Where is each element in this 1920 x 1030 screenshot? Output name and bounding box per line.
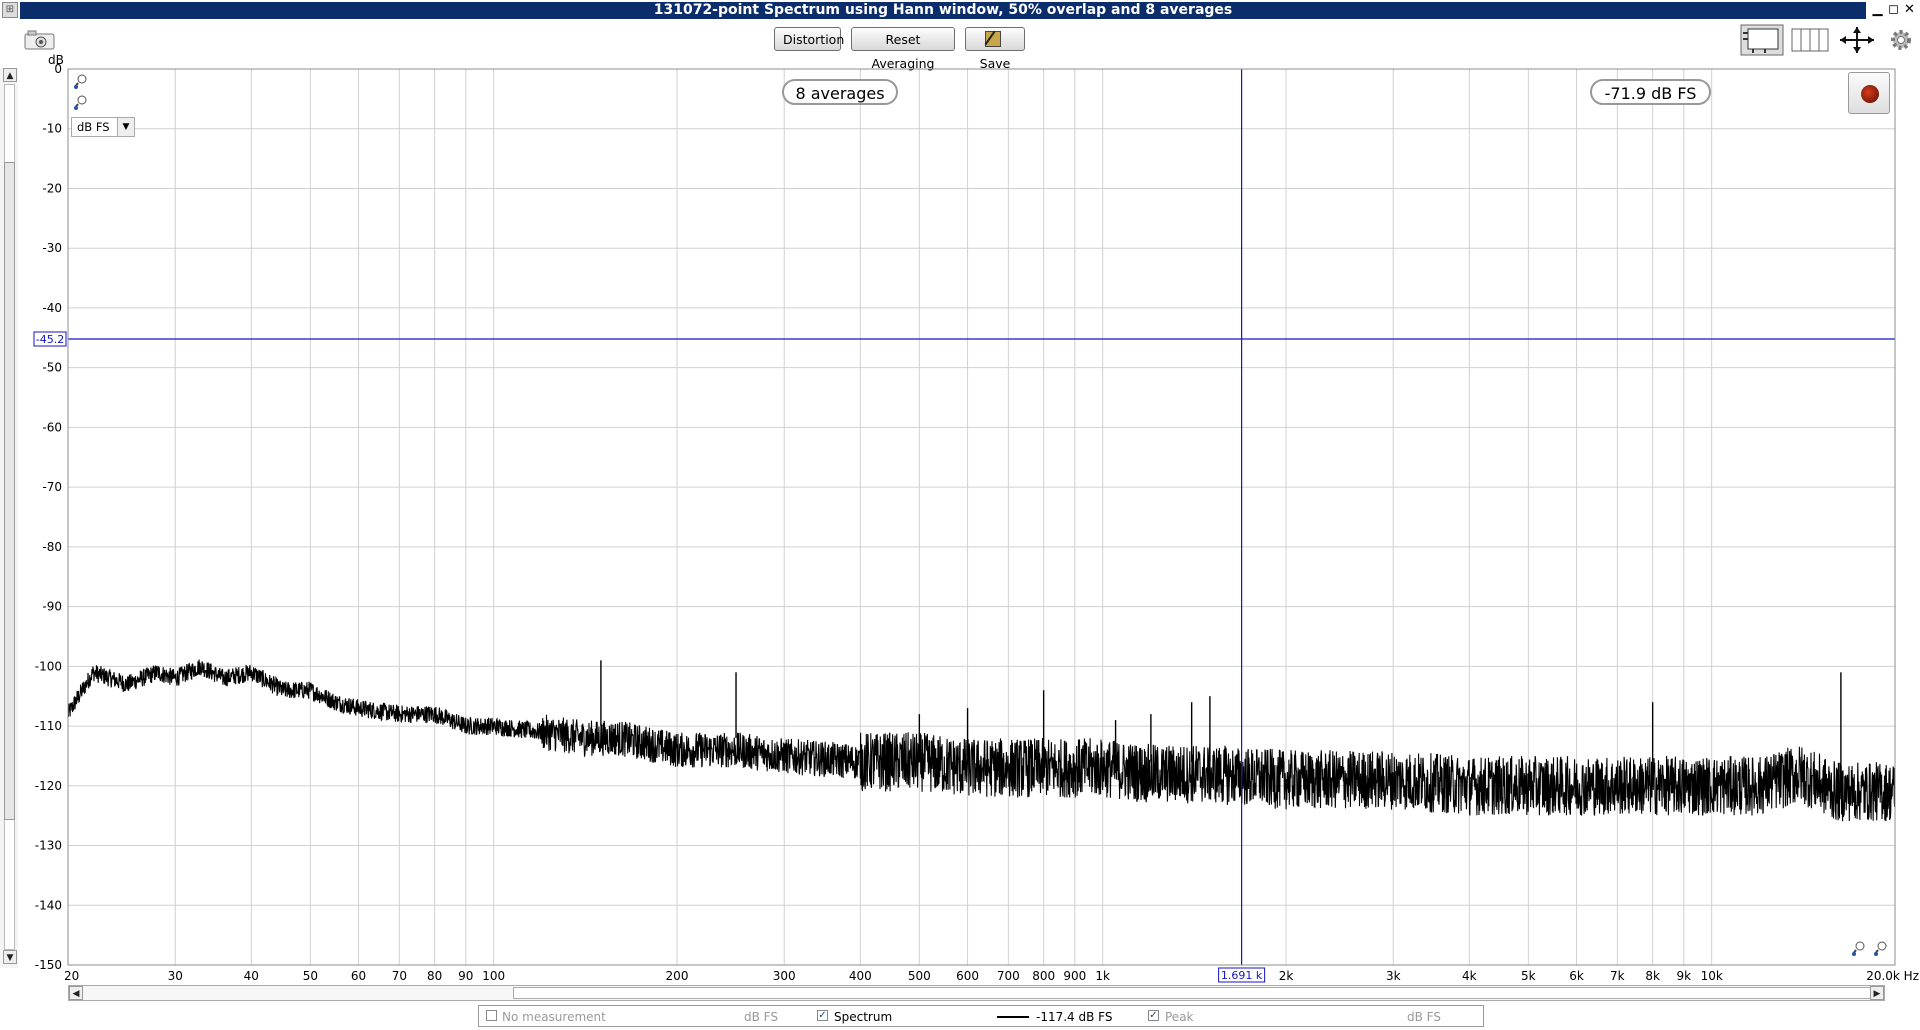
y-tick-label: -60 [42, 420, 62, 434]
x-tick-label: 900 [1063, 969, 1086, 983]
x-tick-label: 60 [351, 969, 366, 983]
unit-select[interactable]: dB FS ▼ [71, 117, 135, 137]
x-tick-label: 5k [1521, 969, 1536, 983]
x-tick-label: 80 [427, 969, 442, 983]
x-tick-label: 40 [244, 969, 259, 983]
x-tick-label: 20.0k Hz [1866, 969, 1919, 983]
horizontal-scrollbar[interactable]: ◀ ▶ [68, 985, 1885, 1001]
grid [67, 68, 1896, 966]
legend-peak-label: Peak [1165, 1010, 1194, 1024]
cursor-x-readout: 1.691 k [1221, 969, 1263, 982]
x-tick-label: 3k [1386, 969, 1401, 983]
x-tick-label: 90 [458, 969, 473, 983]
x-tick-label: 9k [1677, 969, 1692, 983]
x-tick-label: 300 [773, 969, 796, 983]
y-tick-label: -110 [35, 719, 62, 733]
y-tick-label: -90 [42, 600, 62, 614]
y-tick-label: -30 [42, 241, 62, 255]
y-tick-label: -70 [42, 480, 62, 494]
x-tick-label: 100 [482, 969, 505, 983]
horizontal-scrollbar-thumb[interactable] [513, 987, 1871, 999]
y-tick-label: -130 [35, 839, 62, 853]
legend-peak-unit: dB FS [1407, 1010, 1441, 1024]
x-tick-label: 600 [956, 969, 979, 983]
record-icon [1861, 85, 1879, 103]
y-tick-label: -40 [42, 301, 62, 315]
x-tick-label: 700 [997, 969, 1020, 983]
x-tick-label: 7k [1610, 969, 1625, 983]
x-tick-label: 200 [666, 969, 689, 983]
y-tick-label: -100 [35, 659, 62, 673]
level-readout: -71.9 dB FS [1590, 79, 1711, 105]
legend-spectrum-value: -117.4 dB FS [1036, 1010, 1113, 1024]
zoom-in-icon[interactable] [74, 74, 87, 89]
legend-spectrum-line [997, 1016, 1029, 1018]
scroll-left-arrow[interactable]: ◀ [69, 986, 83, 1000]
scroll-right-arrow[interactable]: ▶ [1870, 986, 1884, 1000]
zoom-x-in-icon[interactable] [1874, 941, 1887, 956]
y-tick-label: -20 [42, 181, 62, 195]
plot-frame [67, 68, 1896, 966]
x-axis-labels: 20 30 40 50 60 70 80 90 100 200 300 400 500 600 700 800… [64, 969, 1919, 983]
y-tick-label: -80 [42, 540, 62, 554]
x-tick-label: 50 [303, 969, 318, 983]
y-tick-label: -10 [42, 122, 62, 136]
x-tick-label: 70 [392, 969, 407, 983]
x-tick-label: 6k [1569, 969, 1584, 983]
spectrum-trace [67, 659, 1896, 822]
averages-readout: 8 averages [782, 79, 898, 105]
x-tick-label: 30 [168, 969, 183, 983]
legend-no-measurement-label: No measurement [502, 1010, 606, 1024]
x-tick-label: 10k [1701, 969, 1723, 983]
chevron-down-icon[interactable]: ▼ [117, 118, 134, 136]
zoom-x-out-icon[interactable] [1852, 941, 1865, 956]
legend-no-measurement-unit: dB FS [744, 1010, 778, 1024]
record-button[interactable] [1848, 72, 1890, 114]
zoom-out-icon[interactable] [74, 95, 87, 110]
y-tick-label: -120 [35, 779, 62, 793]
y-tick-label: -50 [42, 361, 62, 375]
no-measurement-checkbox[interactable] [486, 1010, 497, 1021]
spectrum-checkbox[interactable]: ✓ [817, 1010, 828, 1021]
y-tick-label: -140 [35, 898, 62, 912]
spectrum-line [67, 659, 1896, 822]
y-tick-label: -150 [35, 958, 62, 972]
legend-spectrum-label: Spectrum [834, 1010, 893, 1024]
y-axis-labels: 0-10-20-30-40-50-60-70-80-90-100-110-120… [35, 62, 62, 972]
spectrum-graph[interactable]: 0-10-20-30-40-50-60-70-80-90-100-110-120… [0, 0, 1920, 1030]
cursor-y-readout: -45.2 [36, 333, 64, 346]
x-tick-label: 400 [849, 969, 872, 983]
x-tick-label: 1k [1095, 969, 1110, 983]
x-tick-label: 2k [1279, 969, 1294, 983]
x-tick-label: 800 [1032, 969, 1055, 983]
y-axis-unit-label: dB [48, 53, 64, 67]
x-tick-label: 4k [1462, 969, 1477, 983]
unit-select-value: dB FS [77, 120, 110, 134]
peak-checkbox[interactable]: ✓ [1148, 1010, 1159, 1021]
x-tick-label: 500 [908, 969, 931, 983]
x-tick-label: 20 [64, 969, 79, 983]
x-tick-label: 8k [1645, 969, 1660, 983]
legend: No measurement dB FS ✓ Spectrum -117.4 d… [478, 1005, 1484, 1027]
